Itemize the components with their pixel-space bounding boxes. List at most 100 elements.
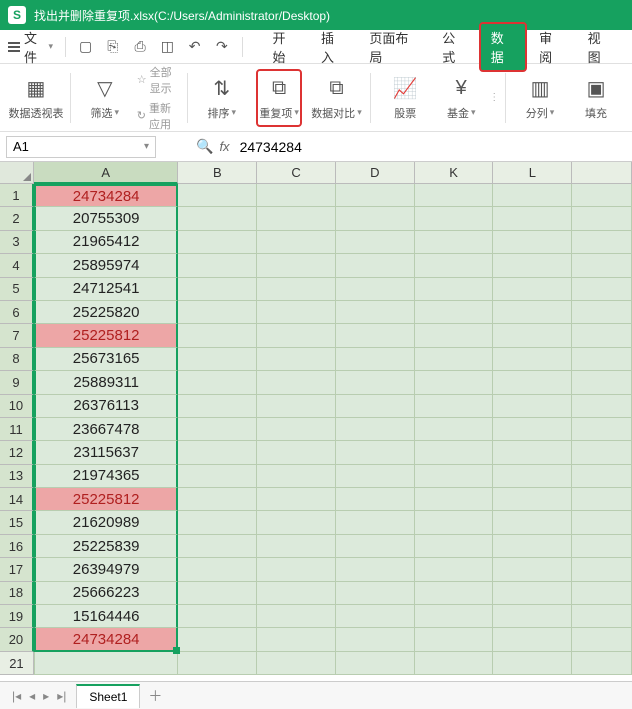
select-all-corner[interactable]	[0, 162, 34, 184]
cell[interactable]	[178, 535, 257, 558]
cell[interactable]	[493, 535, 572, 558]
cell[interactable]	[336, 254, 415, 277]
cell[interactable]	[336, 511, 415, 534]
col-header-A[interactable]: A	[34, 162, 179, 184]
cell[interactable]	[493, 301, 572, 324]
reapply-button[interactable]: ↻ 重新应用	[137, 100, 181, 132]
cell[interactable]	[178, 441, 257, 464]
duplicates-button[interactable]: ⧉ 重复项▾	[256, 69, 303, 127]
tab-data[interactable]: 数据	[479, 22, 527, 72]
col-header-D[interactable]: D	[336, 162, 415, 184]
table-row[interactable]: 825673165	[0, 348, 632, 371]
cell[interactable]	[336, 278, 415, 301]
cell[interactable]: 24712541	[34, 278, 179, 301]
cell[interactable]	[493, 184, 572, 207]
fx-icon[interactable]: fx	[219, 139, 229, 154]
tab-view[interactable]: 视图	[576, 22, 624, 72]
cell[interactable]	[415, 558, 494, 581]
sheet-nav-first[interactable]: |◂	[12, 689, 21, 703]
row-header[interactable]: 12	[0, 441, 34, 464]
cell[interactable]	[415, 371, 494, 394]
formula-input[interactable]	[236, 137, 436, 157]
preview-icon[interactable]: ◫	[157, 36, 178, 58]
cell[interactable]	[257, 348, 336, 371]
table-row[interactable]: 1425225812	[0, 488, 632, 511]
cell[interactable]: 25225812	[34, 488, 179, 511]
cell[interactable]	[178, 231, 257, 254]
row-header[interactable]: 16	[0, 535, 34, 558]
cell[interactable]	[493, 605, 572, 628]
stock-button[interactable]: 📈 股票	[383, 75, 427, 121]
table-row[interactable]: 1625225839	[0, 535, 632, 558]
cell[interactable]	[257, 371, 336, 394]
cell[interactable]	[178, 348, 257, 371]
cell[interactable]	[257, 535, 336, 558]
cell[interactable]	[336, 348, 415, 371]
row-header[interactable]: 17	[0, 558, 34, 581]
table-row[interactable]: 925889311	[0, 371, 632, 394]
cell[interactable]	[336, 535, 415, 558]
cell[interactable]	[336, 207, 415, 230]
cell[interactable]	[336, 231, 415, 254]
cell[interactable]	[336, 441, 415, 464]
sheet-nav-next[interactable]: ▸	[43, 689, 49, 703]
cell[interactable]	[257, 441, 336, 464]
cell[interactable]	[178, 628, 257, 651]
cell[interactable]	[415, 231, 494, 254]
cell[interactable]	[415, 582, 494, 605]
cell[interactable]	[178, 511, 257, 534]
cell[interactable]	[257, 488, 336, 511]
cell[interactable]	[493, 254, 572, 277]
cell[interactable]: 20755309	[34, 207, 179, 230]
cell[interactable]	[257, 652, 336, 675]
cell[interactable]	[178, 582, 257, 605]
sheet-nav-last[interactable]: ▸|	[57, 689, 66, 703]
cell[interactable]	[415, 395, 494, 418]
undo-icon[interactable]: ↶	[184, 36, 205, 58]
table-row[interactable]: 1726394979	[0, 558, 632, 581]
cell[interactable]	[336, 184, 415, 207]
add-sheet-button[interactable]: ＋	[148, 686, 162, 706]
row-header[interactable]: 6	[0, 301, 34, 324]
cell[interactable]	[415, 628, 494, 651]
search-icon[interactable]: 🔍	[196, 138, 213, 155]
cell[interactable]	[257, 254, 336, 277]
table-row[interactable]: 1521620989	[0, 511, 632, 534]
redo-icon[interactable]: ↷	[211, 36, 232, 58]
cell[interactable]: 15164446	[34, 605, 179, 628]
cell[interactable]	[572, 652, 632, 675]
cell[interactable]	[415, 465, 494, 488]
cell[interactable]	[572, 535, 632, 558]
table-row[interactable]: 625225820	[0, 301, 632, 324]
print-icon[interactable]: ⎙	[129, 36, 150, 58]
cell[interactable]	[572, 231, 632, 254]
cell[interactable]: 25666223	[34, 582, 179, 605]
table-row[interactable]: 425895974	[0, 254, 632, 277]
table-row[interactable]: 524712541	[0, 278, 632, 301]
cell[interactable]	[257, 278, 336, 301]
cell[interactable]: 21965412	[34, 231, 179, 254]
cell[interactable]	[178, 605, 257, 628]
row-header[interactable]: 7	[0, 324, 34, 347]
row-header[interactable]: 3	[0, 231, 34, 254]
tab-start[interactable]: 开始	[261, 22, 309, 72]
name-box[interactable]: A1▾	[6, 136, 156, 158]
cell[interactable]	[178, 418, 257, 441]
row-header[interactable]: 14	[0, 488, 34, 511]
cell[interactable]: 25895974	[34, 254, 179, 277]
cell[interactable]	[572, 605, 632, 628]
sheet-nav-prev[interactable]: ◂	[29, 689, 35, 703]
cell[interactable]	[257, 582, 336, 605]
cell[interactable]: 23115637	[34, 441, 179, 464]
row-header[interactable]: 21	[0, 652, 34, 675]
cell[interactable]	[572, 184, 632, 207]
compare-button[interactable]: ⧉ 数据对比▾	[314, 75, 358, 121]
cell[interactable]	[415, 535, 494, 558]
row-header[interactable]: 9	[0, 371, 34, 394]
table-row[interactable]: 725225812	[0, 324, 632, 347]
table-row[interactable]: 2024734284	[0, 628, 632, 651]
table-row[interactable]: 1825666223	[0, 582, 632, 605]
cell[interactable]: 21974365	[34, 465, 179, 488]
cell[interactable]	[257, 301, 336, 324]
cell[interactable]	[493, 348, 572, 371]
